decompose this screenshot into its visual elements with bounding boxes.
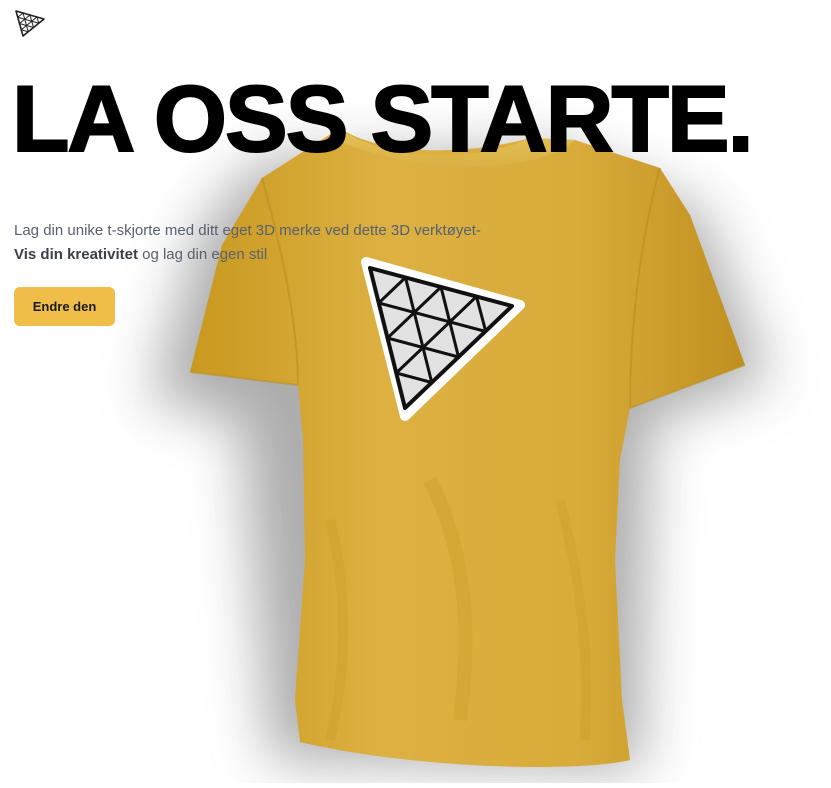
subtitle-emphasis: Vis din kreativitet [14, 246, 138, 263]
triangle-logo-icon[interactable] [14, 8, 46, 38]
subtitle-text: Lag din unike t-skjorte med ditt eget 3D… [14, 222, 481, 239]
hero-subtitle: Lag din unike t-skjorte med ditt eget 3D… [14, 219, 484, 267]
page-title: LA OSS STARTE. [11, 66, 755, 171]
subtitle-end: og lag din egen stil [142, 246, 268, 263]
customize-button[interactable]: Endre den [14, 287, 115, 326]
